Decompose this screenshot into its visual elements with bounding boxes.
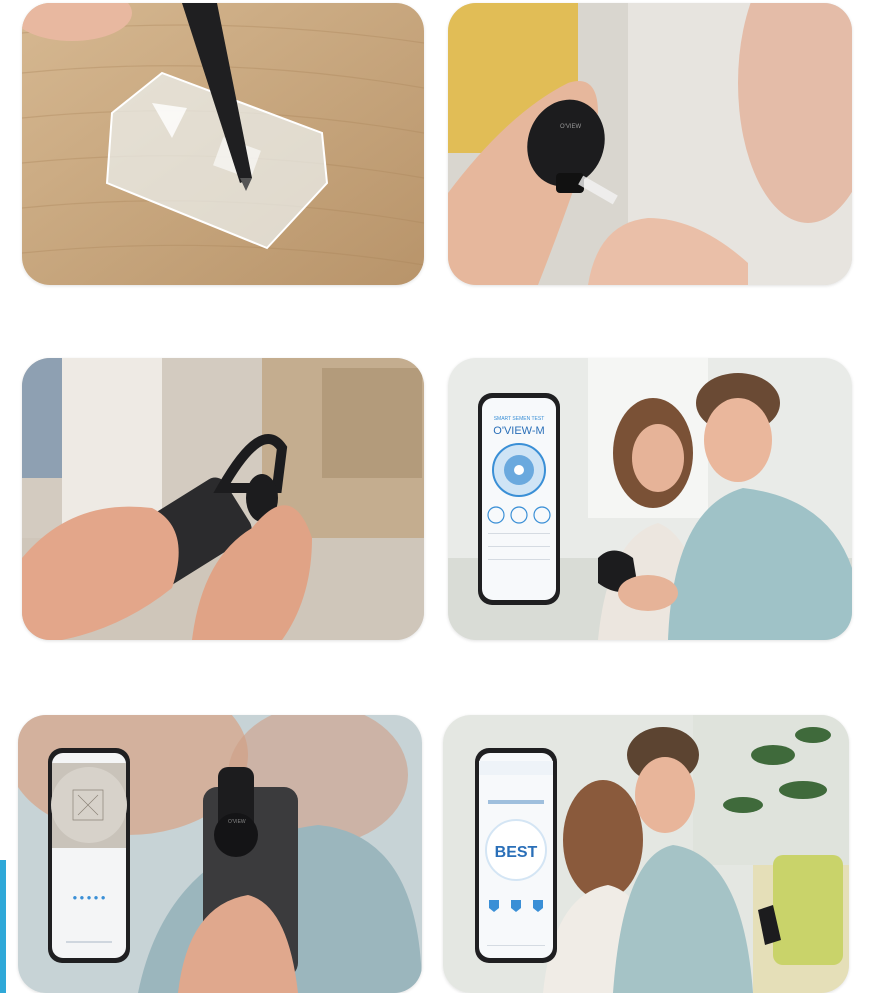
app-header: SMART SEMEN TEST (494, 416, 545, 422)
device-brand: O'VIEW (560, 124, 581, 130)
photo-couple-app: SMART SEMEN TEST O'VIEW-M (448, 358, 852, 640)
photo-pipette-strip (22, 3, 424, 285)
couple-app-illustration: SMART SEMEN TEST O'VIEW-M (448, 358, 852, 640)
phone-scan-illustration: O'VIEW ● ● ● ● ● (18, 715, 422, 993)
photo-attach-phone (22, 358, 424, 640)
result-label: BEST (495, 844, 538, 861)
scan-progress-dots: ● ● ● ● ● (72, 893, 105, 902)
pipette-strip-illustration (22, 3, 424, 285)
app-logo: O'VIEW-M (493, 425, 544, 437)
photo-insert-strip: O'VIEW (448, 3, 852, 285)
accent-edge (0, 860, 6, 993)
photo-phone-scan: O'VIEW ● ● ● ● ● (18, 715, 422, 993)
svg-text:O'VIEW: O'VIEW (228, 819, 246, 825)
couple-result-illustration: BEST (443, 715, 849, 993)
insert-strip-illustration: O'VIEW (448, 3, 852, 285)
photo-couple-result: BEST (443, 715, 849, 993)
attach-phone-illustration (22, 358, 424, 640)
